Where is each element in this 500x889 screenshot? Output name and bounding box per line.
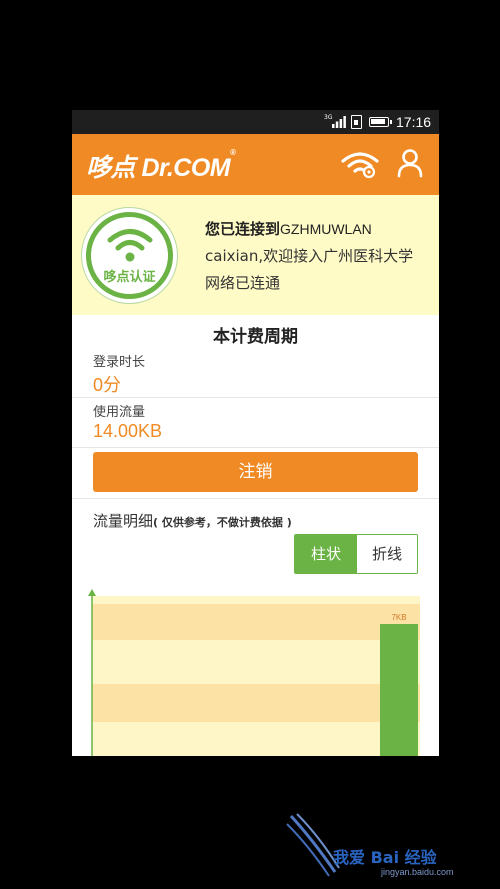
line-chart-tab[interactable]: 折线: [357, 535, 417, 573]
chart-band: [92, 684, 420, 722]
watermark-url: jingyan.baidu.com: [381, 867, 454, 877]
bar-data-label: 7KB: [391, 613, 406, 622]
watermark-text: 我爱 Bai 经验: [333, 848, 437, 867]
battery-icon: [369, 117, 392, 127]
billing-period-title: 本计费周期: [213, 327, 298, 347]
connected-prefix: 您已连接到: [205, 220, 281, 238]
connection-info: 您已连接到GZHMUWLAN caixian,欢迎接入广州医科大学 网络已连通: [205, 216, 413, 297]
divider: [72, 498, 439, 499]
login-time-row: 登录时长 0分: [72, 348, 439, 398]
login-time-label: 登录时长: [93, 355, 146, 370]
logout-button[interactable]: 注销: [93, 452, 418, 492]
network-status: 网络已连通: [205, 274, 281, 292]
wifi-icon: [107, 229, 153, 262]
flow-note: ( 仅供参考，不做计费依据 ): [153, 516, 292, 529]
traffic-value: 14.00KB: [93, 421, 163, 441]
user-icon[interactable]: [396, 148, 424, 178]
traffic-chart: 7KB: [88, 589, 420, 756]
chart-band: [92, 640, 420, 684]
wifi-settings-icon[interactable]: [340, 149, 380, 179]
y-axis-arrow: [88, 589, 96, 596]
status-bar: 3G 17:16: [72, 110, 439, 134]
app-logo: 哆点 Dr.COM®: [86, 148, 236, 182]
chart-bars: 7KB: [380, 613, 418, 756]
badge-label: 哆点认证: [103, 270, 156, 285]
clock: 17:16: [396, 114, 432, 130]
flow-detail-title: 流量明细( 仅供参考，不做计费依据 ): [93, 512, 292, 530]
login-time-value: 0分: [93, 375, 122, 395]
sim-icon: [351, 115, 362, 129]
connection-panel: 哆点认证 您已连接到GZHMUWLAN caixian,欢迎接入广州医科大学 网…: [72, 195, 439, 315]
chart-band: [92, 596, 420, 604]
traffic-bar: [380, 624, 418, 756]
auth-badge[interactable]: 哆点认证: [82, 208, 177, 303]
signal-icon: [332, 116, 346, 128]
traffic-label: 使用流量: [93, 405, 146, 420]
welcome-text: caixian,欢迎接入广州医科大学: [205, 247, 414, 265]
phone-screen: 3G 17:16 哆点 Dr.COM® 哆点认证 您已连接到GZHMUWLAN …: [72, 110, 439, 756]
traffic-row: 使用流量 14.00KB: [72, 398, 439, 448]
chart-band: [92, 604, 420, 640]
baidu-watermark: 我爱 Bai 经验 jingyan.baidu.com: [283, 810, 483, 880]
chart-type-toggle: 柱状 折线: [294, 534, 418, 574]
bar-chart-tab[interactable]: 柱状: [295, 535, 357, 573]
ssid: GZHMUWLAN: [280, 221, 372, 237]
chart-band: [92, 722, 420, 756]
app-header: 哆点 Dr.COM®: [72, 134, 439, 195]
